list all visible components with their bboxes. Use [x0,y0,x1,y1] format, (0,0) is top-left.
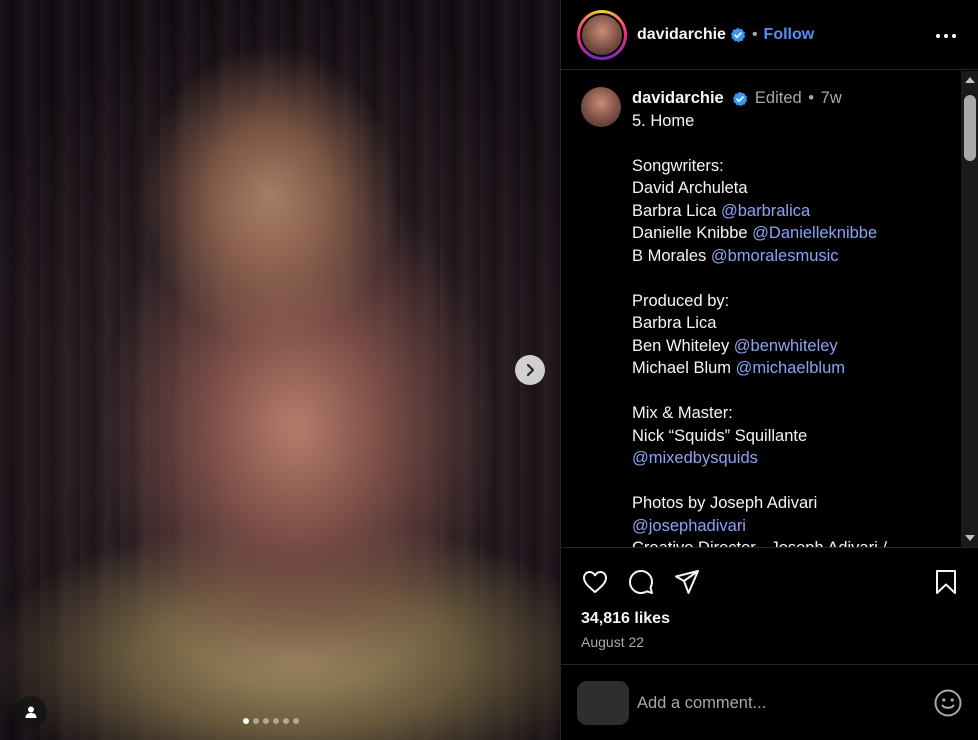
caption-line [632,132,942,155]
avatar [580,12,624,57]
verified-badge-icon [733,91,748,106]
caption-mention-link[interactable]: @mixedbysquids [632,449,758,467]
caption-mention-link[interactable]: @Danielleknibbe [752,224,877,242]
caption-line-text: David Archuleta [632,179,748,197]
user-tag-icon [25,706,37,718]
caption-line-text: Ben Whiteley [632,336,734,355]
carousel-dot [293,718,299,724]
emoji-button[interactable] [933,688,963,718]
more-options-icon [936,34,956,38]
caption-line: Danielle Knibbe @Danielleknibbe [632,222,942,245]
caption-line: Photos by Joseph Adivari [632,492,942,515]
heart-icon [583,571,607,593]
caption-line: Ben Whiteley @benwhiteley [632,335,942,358]
caption-line-text: Nick “Squids” Squillante [632,426,808,445]
caption-separator: • [808,89,815,107]
caption-line: B Morales @bmoralesmusic [632,245,942,268]
caption-line-text: Michael Blum [632,359,736,377]
more-options-button[interactable] [934,24,958,53]
share-button[interactable] [673,568,701,596]
follow-button[interactable]: Follow [764,26,815,44]
edited-label: Edited [754,89,802,107]
scrollbar-thumb[interactable] [964,95,976,161]
comment-icon [629,570,653,594]
caption-line: Barbra Lica @barbralica [632,200,942,223]
save-button[interactable] [933,568,959,596]
caption-line: @mixedbysquids [632,447,942,470]
caption-username[interactable]: davidarchie [632,89,724,107]
caption-line: Songwriters: [632,155,942,178]
post-image[interactable] [0,0,560,740]
caption-line-text: 5. Home [632,111,695,130]
caption-mention-link[interactable]: @michaelblum [736,359,845,377]
like-button[interactable] [581,568,609,596]
caption-line-text: Barbra Lica [632,314,717,332]
action-icons-row [561,548,978,596]
next-slide-button[interactable] [515,355,545,385]
post-sidebar: davidarchie • Follow davidarchie Edited … [560,0,978,740]
caption-line-text: Barbra Lica [632,201,721,220]
caption-line-text: B Morales [632,246,711,265]
caption-line: Nick “Squids” Squillante [632,425,942,448]
scroll-up-arrow-icon[interactable] [965,77,975,83]
scroll-down-arrow-icon[interactable] [965,535,975,541]
carousel-dot [273,718,279,724]
caption-line: Barbra Lica [632,312,942,335]
tagged-users-button[interactable] [15,696,47,728]
caption-body: 5. Home Songwriters: David Archuleta Barbra… [632,110,942,548]
caption-scrollbar[interactable] [961,71,978,547]
carousel-dot [243,718,249,724]
bookmark-icon [936,570,956,594]
caption-line-text: Danielle Knibbe [632,224,753,242]
caption-line: Produced by: [632,290,942,313]
post-date[interactable]: August 22 [561,628,978,650]
caption: davidarchie Edited • 7w 5. Home Songwrite… [561,71,978,547]
caption-line: David Archuleta [632,177,942,200]
carousel-indicator [243,718,299,724]
caption-line-text: Produced by: [632,291,730,310]
share-icon [675,570,699,594]
caption-line: Michael Blum @michaelblum [632,357,942,380]
caption-header: davidarchie Edited • 7w [632,87,942,110]
profile-avatar-story-ring[interactable] [577,9,627,60]
emoji-icon [934,689,962,717]
caption-avatar[interactable] [581,87,621,127]
caption-line [632,470,942,493]
caption-text: davidarchie Edited • 7w 5. Home Songwrite… [632,87,942,547]
caption-line-text: Photos by Joseph Adivari [632,494,818,512]
caption-line: 5. Home [632,110,942,133]
caption-line-text: Creative Director - Joseph Adivari / [632,539,887,547]
carousel-dot [263,718,269,724]
caption-line: @josephadivari [632,515,942,538]
likes-count[interactable]: 34,816 likes [561,596,978,628]
caption-scroll-area[interactable]: davidarchie Edited • 7w 5. Home Songwrite… [561,71,978,547]
caption-mention-link[interactable]: @josephadivari [632,517,746,535]
verified-badge-icon [730,27,746,42]
caption-mention-link[interactable]: @barbralica [721,202,810,220]
carousel-dot [283,718,289,724]
caption-line [632,267,942,290]
caption-mention-link[interactable]: @bmoralesmusic [711,247,839,265]
caption-line [632,380,942,403]
post-actions: 34,816 likes August 22 [561,547,978,665]
chevron-right-icon [526,363,535,377]
comment-input[interactable] [637,693,925,713]
current-user-avatar [577,681,629,725]
post-author-username[interactable]: davidarchie [637,26,726,44]
caption-line: Creative Director - Joseph Adivari / [632,537,942,547]
caption-line-text: Mix & Master: [632,404,733,422]
caption-line: Mix & Master: [632,402,942,425]
post-age[interactable]: 7w [821,89,842,107]
comment-bar [561,666,978,740]
caption-line-text: Songwriters: [632,156,724,175]
header-separator: • [751,25,758,43]
caption-mention-link[interactable]: @benwhiteley [734,337,838,355]
post-header: davidarchie • Follow [561,0,978,70]
carousel-dot [253,718,259,724]
comment-button[interactable] [627,568,655,596]
image-overlay [0,0,560,740]
